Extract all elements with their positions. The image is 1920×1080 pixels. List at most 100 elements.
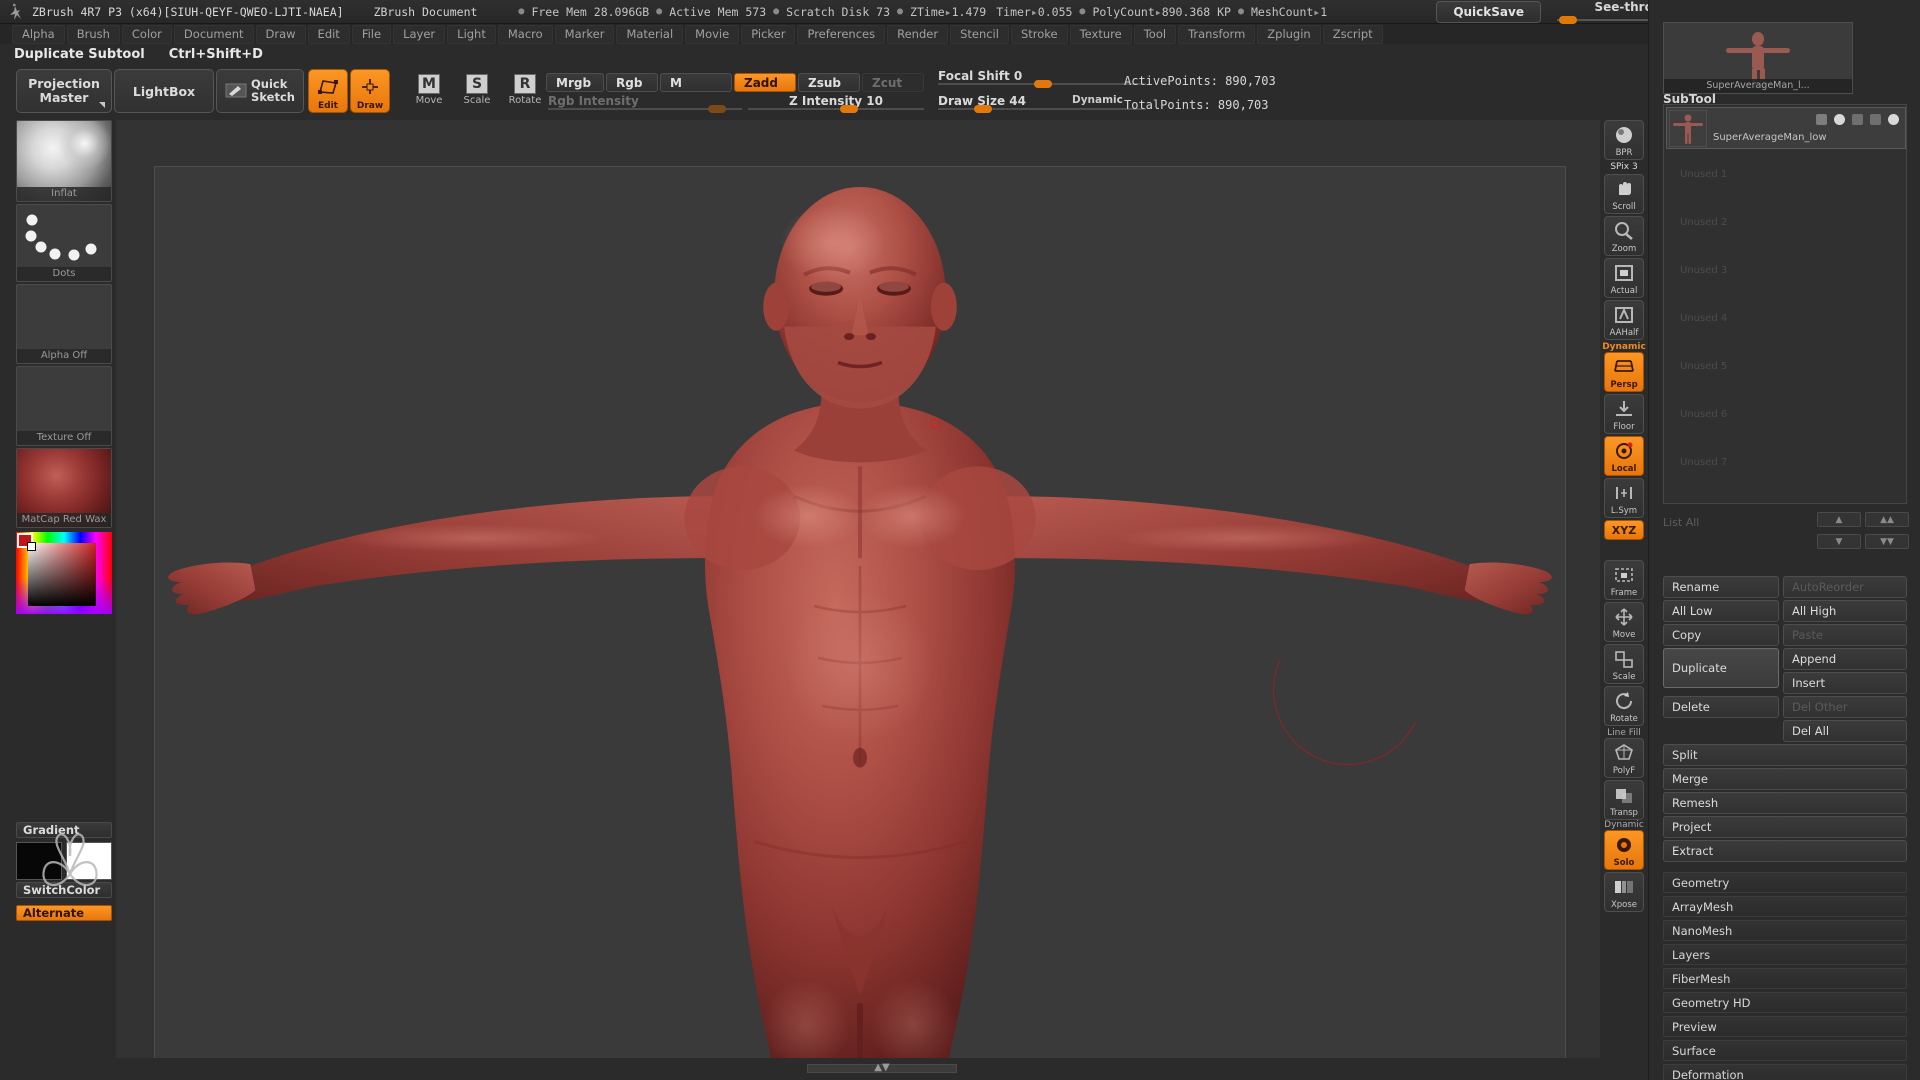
menu-item-zplugin[interactable]: Zplugin — [1257, 24, 1321, 44]
right-shelf-button-frame[interactable]: Frame — [1604, 560, 1644, 600]
subtool-visibility-icons[interactable] — [1816, 114, 1899, 125]
subtool-move-top-button[interactable]: ▲▲ — [1865, 512, 1909, 527]
subtool-visible-icon[interactable] — [1888, 114, 1899, 125]
subtool-polyframe-icon[interactable] — [1852, 114, 1863, 125]
z-intensity-slider[interactable]: Z Intensity 10 — [748, 94, 924, 113]
subtool-move-bottom-button[interactable]: ▼▼ — [1865, 534, 1909, 549]
split-button[interactable]: Split — [1663, 744, 1907, 766]
all-low-button[interactable]: All Low — [1663, 600, 1779, 622]
rename-button[interactable]: Rename — [1663, 576, 1779, 598]
menu-item-edit[interactable]: Edit — [307, 24, 350, 44]
move-mode-button[interactable]: M Move — [408, 72, 450, 114]
tray-section-surface[interactable]: Surface — [1663, 1040, 1907, 1061]
right-shelf-button-xyz[interactable]: XYZ — [1604, 520, 1644, 540]
brush-swatch[interactable]: Inflat — [16, 120, 112, 202]
subtool-paint-icon[interactable] — [1816, 114, 1827, 125]
rgb-intensity-knob[interactable] — [708, 105, 726, 113]
menu-item-document[interactable]: Document — [173, 24, 254, 44]
menu-item-zscript[interactable]: Zscript — [1322, 24, 1383, 44]
material-swatch[interactable]: MatCap Red Wax — [16, 448, 112, 528]
menu-item-draw[interactable]: Draw — [255, 24, 306, 44]
right-shelf-button-actual[interactable]: Actual — [1604, 258, 1644, 298]
menu-item-preferences[interactable]: Preferences — [797, 24, 886, 44]
subtool-row[interactable]: Unused 7 — [1666, 443, 1906, 485]
rotate-mode-button[interactable]: R Rotate — [504, 72, 546, 114]
tray-section-arraymesh[interactable]: ArrayMesh — [1663, 896, 1907, 917]
subtool-list[interactable]: SuperAverageMan_low Unused 1 Unused 2 Unuse… — [1663, 104, 1907, 504]
rgb-intensity-slider[interactable]: Rgb Intensity — [548, 94, 742, 113]
focal-shift-slider[interactable]: Focal Shift 0 — [938, 69, 1146, 88]
alternate-button[interactable]: Alternate — [16, 905, 112, 921]
duplicate-button[interactable]: Duplicate — [1663, 648, 1779, 688]
projection-master-button[interactable]: Projection Master — [16, 69, 112, 113]
current-tool-thumbnail[interactable]: SuperAverageMan_l... — [1663, 22, 1853, 94]
subtool-move-down-button[interactable]: ▼ — [1817, 534, 1861, 549]
lightbox-button[interactable]: LightBox — [114, 69, 214, 113]
right-shelf-button-bpr[interactable]: BPR — [1604, 120, 1644, 160]
menu-item-stroke[interactable]: Stroke — [1010, 24, 1068, 44]
menu-item-stencil[interactable]: Stencil — [950, 24, 1009, 44]
saturation-value-field[interactable] — [28, 543, 96, 606]
canvas-area[interactable] — [116, 120, 1648, 1071]
menu-item-color[interactable]: Color — [121, 24, 172, 44]
right-shelf-button-xpose[interactable]: Xpose — [1604, 872, 1644, 912]
mrgb-button[interactable]: Mrgb — [546, 73, 604, 92]
subtool-sphere-icon[interactable] — [1870, 114, 1881, 125]
menu-item-light[interactable]: Light — [447, 24, 496, 44]
rgb-button[interactable]: Rgb — [606, 73, 658, 92]
menu-item-macro[interactable]: Macro — [497, 24, 553, 44]
paste-button[interactable]: Paste — [1783, 624, 1907, 646]
auto-reorder-button[interactable]: AutoReorder — [1783, 576, 1907, 598]
z-intensity-knob[interactable] — [840, 105, 858, 113]
extract-button[interactable]: Extract — [1663, 840, 1907, 862]
scale-mode-button[interactable]: S Scale — [456, 72, 498, 114]
right-shelf-button-scale[interactable]: Scale — [1604, 644, 1644, 684]
zadd-button[interactable]: Zadd — [734, 73, 796, 92]
menu-item-file[interactable]: File — [351, 24, 392, 44]
tray-section-nanomesh[interactable]: NanoMesh — [1663, 920, 1907, 941]
menu-item-tool[interactable]: Tool — [1133, 24, 1177, 44]
texture-swatch[interactable]: Texture Off — [16, 366, 112, 446]
copy-button[interactable]: Copy — [1663, 624, 1779, 646]
focal-shift-knob[interactable] — [1034, 80, 1052, 88]
remesh-button[interactable]: Remesh — [1663, 792, 1907, 814]
draw-size-knob[interactable] — [974, 105, 992, 113]
subtool-row[interactable]: SuperAverageMan_low — [1666, 107, 1906, 149]
subtool-move-up-button[interactable]: ▲ — [1817, 512, 1861, 527]
tray-section-geometry-hd[interactable]: Geometry HD — [1663, 992, 1907, 1013]
right-shelf-button-rotate[interactable]: Rotate — [1604, 686, 1644, 726]
tray-section-preview[interactable]: Preview — [1663, 1016, 1907, 1037]
draw-button[interactable]: Draw — [350, 69, 390, 113]
right-shelf-button-floor[interactable]: Floor — [1604, 394, 1644, 434]
subtool-row[interactable]: Unused 4 — [1666, 299, 1906, 341]
zsub-button[interactable]: Zsub — [798, 73, 860, 92]
right-shelf-button-persp[interactable]: Persp — [1604, 352, 1644, 392]
right-shelf-button-solo[interactable]: Solo — [1604, 830, 1644, 870]
canvas-resize-handle-icon[interactable]: ▲▼ — [874, 1062, 889, 1073]
del-all-button[interactable]: Del All — [1783, 720, 1907, 742]
subtool-row[interactable]: Unused 3 — [1666, 251, 1906, 293]
menu-item-transform[interactable]: Transform — [1178, 24, 1256, 44]
subtool-eye-icon[interactable] — [1834, 114, 1845, 125]
tray-section-deformation[interactable]: Deformation — [1663, 1064, 1907, 1080]
right-shelf-button-lsym[interactable]: L.Sym — [1604, 478, 1644, 518]
insert-button[interactable]: Insert — [1783, 672, 1907, 694]
quick-sketch-button[interactable]: Quick Sketch — [216, 69, 304, 113]
all-high-button[interactable]: All High — [1783, 600, 1907, 622]
color-picker[interactable] — [16, 532, 112, 614]
stroke-swatch[interactable]: Dots — [16, 204, 112, 282]
menu-item-movie[interactable]: Movie — [685, 24, 740, 44]
color-cursor-icon[interactable] — [27, 542, 36, 551]
right-shelf-button-local[interactable]: Local — [1604, 436, 1644, 476]
menu-item-marker[interactable]: Marker — [554, 24, 615, 44]
menu-item-layer[interactable]: Layer — [393, 24, 446, 44]
right-shelf-button-zoom[interactable]: Zoom — [1604, 216, 1644, 256]
right-shelf-button-move[interactable]: Move — [1604, 602, 1644, 642]
right-shelf-button-polyf[interactable]: PolyF — [1604, 738, 1644, 778]
menu-item-brush[interactable]: Brush — [66, 24, 120, 44]
zcut-button[interactable]: Zcut — [862, 73, 924, 92]
tray-section-layers[interactable]: Layers — [1663, 944, 1907, 965]
del-other-button[interactable]: Del Other — [1783, 696, 1907, 718]
merge-button[interactable]: Merge — [1663, 768, 1907, 790]
menu-item-material[interactable]: Material — [616, 24, 684, 44]
